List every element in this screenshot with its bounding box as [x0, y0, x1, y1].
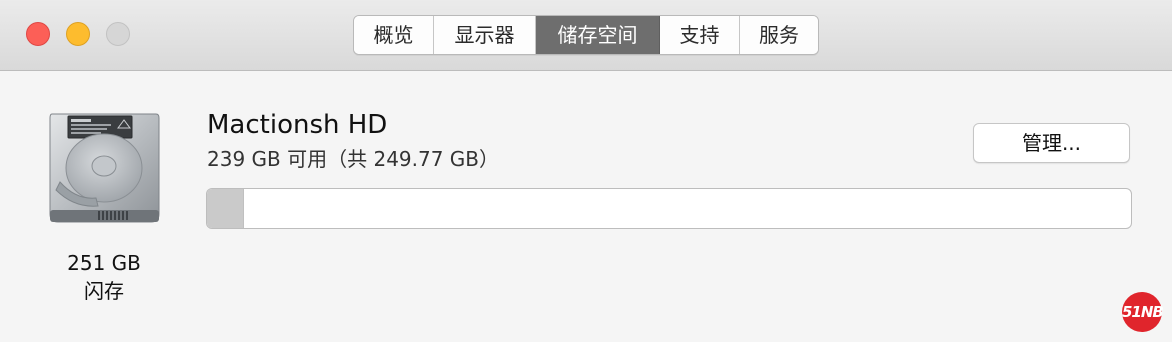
drive-capacity-caption: 251 GB 闪存 — [40, 249, 168, 305]
title-bar: 概览 显示器 储存空间 支持 服务 — [0, 0, 1172, 71]
drive-name: Mactionsh HD — [207, 110, 388, 140]
storage-used-segment — [207, 189, 244, 228]
drive-type: 闪存 — [84, 279, 124, 303]
storage-usage-bar — [206, 188, 1132, 229]
tab-service[interactable]: 服务 — [740, 16, 818, 54]
drive-capacity: 251 GB — [67, 251, 141, 275]
manage-button[interactable]: 管理... — [973, 123, 1130, 163]
close-window-button[interactable] — [26, 22, 50, 46]
system-info-window: 概览 显示器 储存空间 支持 服务 251 GB 闪存 Mactionsh HD… — [0, 0, 1172, 342]
tab-support[interactable]: 支持 — [660, 16, 740, 54]
watermark-text: 51NB — [1122, 303, 1164, 321]
minimize-window-button[interactable] — [66, 22, 90, 46]
tab-storage[interactable]: 储存空间 — [536, 16, 660, 54]
tab-overview[interactable]: 概览 — [354, 16, 434, 54]
watermark-logo: 51NB — [1122, 292, 1164, 332]
drive-available-space: 239 GB 可用（共 249.77 GB） — [207, 147, 500, 171]
hard-drive-icon — [46, 110, 164, 228]
tab-displays[interactable]: 显示器 — [434, 16, 536, 54]
zoom-window-button[interactable] — [106, 22, 130, 46]
segmented-tab-control: 概览 显示器 储存空间 支持 服务 — [353, 15, 819, 55]
